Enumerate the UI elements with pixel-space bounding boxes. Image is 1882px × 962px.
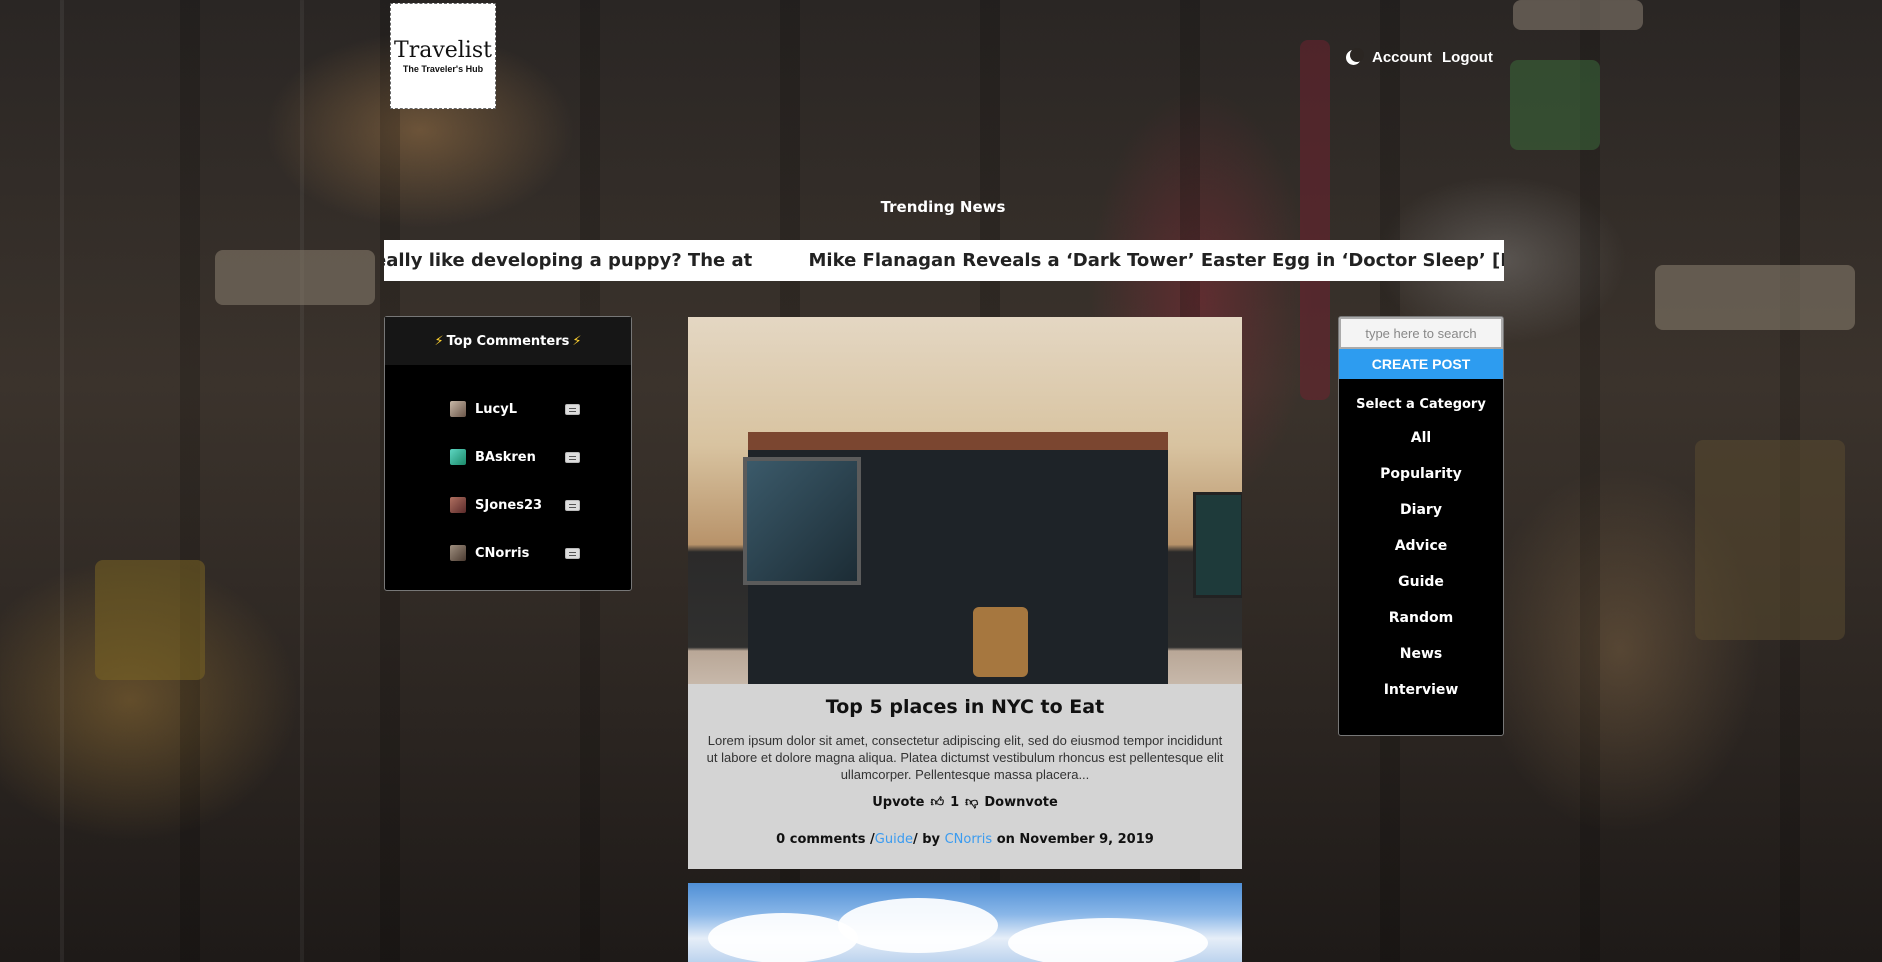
lightning-icon: ⚡ bbox=[572, 333, 582, 349]
commenter-row[interactable]: BAskren bbox=[385, 433, 631, 481]
category-item-diary[interactable]: Diary bbox=[1339, 492, 1503, 528]
post-card-image[interactable] bbox=[688, 883, 1242, 962]
avatar bbox=[450, 545, 466, 561]
background-sign bbox=[1695, 440, 1845, 640]
top-commenters-panel: ⚡ Top Commenters ⚡ LucyL BAskren SJones2… bbox=[384, 316, 632, 591]
vote-bar: Upvote 👍︎ 1 👎︎ Downvote bbox=[688, 795, 1242, 810]
cloud-shape bbox=[1008, 918, 1208, 962]
lightning-icon: ⚡ bbox=[434, 333, 444, 349]
menu-board-shape bbox=[1193, 492, 1242, 598]
comment-count[interactable]: 0 comments / bbox=[776, 832, 875, 847]
commenter-name[interactable]: SJones23 bbox=[475, 498, 565, 513]
category-panel: CREATE POST Select a Category All Popula… bbox=[1338, 316, 1504, 736]
category-item-popularity[interactable]: Popularity bbox=[1339, 456, 1503, 492]
category-item-random[interactable]: Random bbox=[1339, 600, 1503, 636]
upvote-label[interactable]: Upvote bbox=[872, 795, 924, 810]
vote-count: 1 bbox=[950, 795, 960, 810]
ticker-item[interactable]: eally like developing a puppy? The at bbox=[384, 240, 752, 281]
window-shape bbox=[743, 457, 861, 585]
category-item-interview[interactable]: Interview bbox=[1339, 672, 1503, 708]
category-item-advice[interactable]: Advice bbox=[1339, 528, 1503, 564]
moon-icon[interactable] bbox=[1346, 47, 1364, 66]
thumbs-down-icon[interactable]: 👎︎ bbox=[965, 795, 978, 810]
search-input[interactable] bbox=[1339, 317, 1503, 349]
ticker-item[interactable]: Mike Flanagan Reveals a ‘Dark Tower’ Eas… bbox=[809, 240, 1504, 281]
commenter-row[interactable]: LucyL bbox=[385, 385, 631, 433]
category-item-all[interactable]: All bbox=[1339, 420, 1503, 456]
background-sign bbox=[1513, 0, 1643, 30]
category-item-guide[interactable]: Guide bbox=[1339, 564, 1503, 600]
cloud-shape bbox=[838, 898, 998, 953]
background-sign bbox=[215, 250, 375, 305]
post-image[interactable] bbox=[688, 317, 1242, 684]
logo-title: Travelist bbox=[394, 37, 492, 63]
commenter-name[interactable]: CNorris bbox=[475, 546, 565, 561]
commenter-row[interactable]: CNorris bbox=[385, 529, 631, 577]
commenter-name[interactable]: BAskren bbox=[475, 450, 565, 465]
trending-heading: Trending News bbox=[880, 198, 1006, 216]
chat-icon[interactable] bbox=[565, 403, 580, 415]
post-body: Top 5 places in NYC to Eat Lorem ipsum d… bbox=[688, 684, 1242, 847]
commenter-list: LucyL BAskren SJones23 CNorris bbox=[385, 365, 631, 577]
by-label: / by bbox=[912, 832, 941, 847]
category-link[interactable]: Guide bbox=[875, 832, 913, 847]
post-card[interactable]: Top 5 places in NYC to Eat Lorem ipsum d… bbox=[688, 317, 1242, 869]
commenter-row[interactable]: SJones23 bbox=[385, 481, 631, 529]
category-item-news[interactable]: News bbox=[1339, 636, 1503, 672]
logout-link[interactable]: Logout bbox=[1442, 49, 1493, 66]
background-sign bbox=[1655, 265, 1855, 330]
top-navigation: Account Logout bbox=[1346, 47, 1493, 66]
background-sign bbox=[95, 560, 205, 680]
trending-ticker: eally like developing a puppy? The at Mi… bbox=[384, 240, 1504, 281]
category-list: All Popularity Diary Advice Guide Random… bbox=[1339, 420, 1503, 708]
avatar bbox=[450, 401, 466, 417]
account-link[interactable]: Account bbox=[1372, 49, 1432, 66]
author-link[interactable]: CNorris bbox=[945, 832, 993, 847]
site-logo[interactable]: Travelist The Traveler's Hub bbox=[390, 3, 496, 109]
barrel-shape bbox=[973, 607, 1028, 677]
commenter-name[interactable]: LucyL bbox=[475, 402, 565, 417]
top-commenters-header: ⚡ Top Commenters ⚡ bbox=[385, 317, 631, 365]
chat-icon[interactable] bbox=[565, 499, 580, 511]
top-commenters-title: Top Commenters bbox=[446, 333, 570, 349]
background-sign bbox=[1300, 40, 1330, 400]
post-excerpt: Lorem ipsum dolor sit amet, consectetur … bbox=[706, 733, 1224, 782]
post-date: on November 9, 2019 bbox=[996, 832, 1154, 847]
category-heading: Select a Category bbox=[1356, 397, 1486, 412]
post-title[interactable]: Top 5 places in NYC to Eat bbox=[688, 694, 1242, 720]
cloud-shape bbox=[708, 913, 858, 962]
downvote-label[interactable]: Downvote bbox=[984, 795, 1057, 810]
chat-icon[interactable] bbox=[565, 547, 580, 559]
chat-icon[interactable] bbox=[565, 451, 580, 463]
background-sign bbox=[1510, 60, 1600, 150]
avatar bbox=[450, 449, 466, 465]
avatar bbox=[450, 497, 466, 513]
logo-subtitle: The Traveler's Hub bbox=[402, 63, 484, 74]
create-post-button[interactable]: CREATE POST bbox=[1339, 349, 1503, 379]
post-meta: 0 comments /Guide/ by CNorris on Novembe… bbox=[688, 832, 1242, 847]
thumbs-up-icon[interactable]: 👍︎ bbox=[931, 795, 945, 810]
